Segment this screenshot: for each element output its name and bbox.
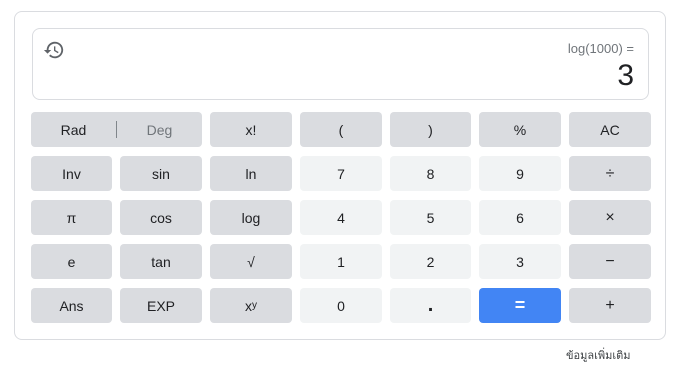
minus-button[interactable]: − [569, 244, 651, 279]
one-button[interactable]: 1 [300, 244, 382, 279]
close-paren-button[interactable]: ) [390, 112, 471, 147]
five-button[interactable]: 5 [390, 200, 471, 235]
seven-button[interactable]: 7 [300, 156, 382, 191]
ans-button[interactable]: Ans [31, 288, 112, 323]
tan-button[interactable]: tan [120, 244, 202, 279]
divide-button[interactable]: ÷ [569, 156, 651, 191]
more-info-link[interactable]: ข้อมูลเพิ่มเติม [566, 346, 631, 364]
power-base-label: x [245, 297, 252, 314]
plus-button[interactable]: + [569, 288, 651, 323]
equals-button[interactable]: = [479, 288, 561, 323]
four-button[interactable]: 4 [300, 200, 382, 235]
three-button[interactable]: 3 [479, 244, 561, 279]
pi-button[interactable]: π [31, 200, 112, 235]
expression-text: log(1000) = [567, 41, 634, 56]
all-clear-button[interactable]: AC [569, 112, 651, 147]
history-icon[interactable] [43, 39, 65, 61]
inv-button[interactable]: Inv [31, 156, 112, 191]
ln-button[interactable]: ln [210, 156, 292, 191]
exp-button[interactable]: EXP [120, 288, 202, 323]
two-button[interactable]: 2 [390, 244, 471, 279]
eight-button[interactable]: 8 [390, 156, 471, 191]
sin-button[interactable]: sin [120, 156, 202, 191]
power-button[interactable]: xy [210, 288, 292, 323]
six-button[interactable]: 6 [479, 200, 561, 235]
multiply-button[interactable]: × [569, 200, 651, 235]
decimal-button[interactable]: . [390, 288, 471, 323]
log-button[interactable]: log [210, 200, 292, 235]
result-text: 3 [617, 59, 634, 92]
rad-button[interactable]: Rad [31, 122, 116, 138]
open-paren-button[interactable]: ( [300, 112, 382, 147]
factorial-button[interactable]: x! [210, 112, 292, 147]
power-exponent-label: y [252, 300, 257, 311]
deg-button[interactable]: Deg [117, 122, 202, 138]
percent-button[interactable]: % [479, 112, 561, 147]
rad-deg-toggle[interactable]: Rad Deg [31, 112, 202, 147]
e-button[interactable]: e [31, 244, 112, 279]
nine-button[interactable]: 9 [479, 156, 561, 191]
cos-button[interactable]: cos [120, 200, 202, 235]
sqrt-button[interactable]: √ [210, 244, 292, 279]
calculator-display: log(1000) = 3 [32, 28, 649, 100]
zero-button[interactable]: 0 [300, 288, 382, 323]
